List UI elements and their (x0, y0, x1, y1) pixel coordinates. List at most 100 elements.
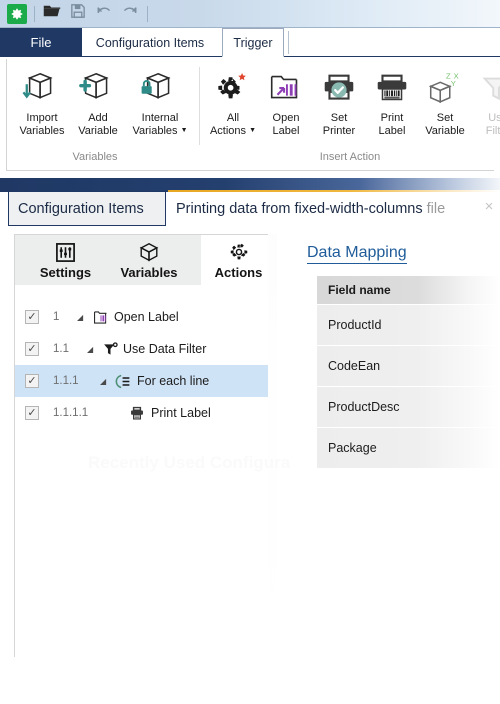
ribbon-button-all-actions[interactable]: All Actions ▼ (205, 63, 261, 137)
row-label: For each line (137, 374, 210, 388)
tab-file[interactable]: File (0, 28, 82, 57)
gear-icon (228, 240, 250, 264)
ribbon-button-label: Add Variable (78, 112, 118, 137)
tree-row-open-label[interactable]: ✓ 1 ◢ Open Label (15, 301, 276, 333)
data-mapping-table: Field name ProductId CodeEan ProductDesc… (317, 276, 500, 468)
row-number: 1 (53, 311, 60, 323)
ribbon-group-label-variables: Variables (72, 151, 118, 163)
open-label-icon (91, 308, 109, 326)
tree-row-for-each-line[interactable]: ✓ 1.1.1 ◢ For each line (15, 365, 276, 397)
ribbon-group-label-insert-action: Insert Action (319, 151, 381, 163)
row-checkbox[interactable]: ✓ (25, 406, 39, 420)
ribbon-button-label: All Actions ▼ (209, 112, 257, 137)
gear-star-icon (212, 63, 254, 109)
ribbon-button-set-printer[interactable]: Set Printer (311, 63, 367, 137)
table-row[interactable]: CodeEan (317, 345, 500, 386)
ribbon-button-import-variables[interactable]: Import Variables (14, 63, 70, 137)
redo-arrow-icon (121, 3, 139, 24)
ribbon-tab-strip: File Configuration Items Trigger (0, 28, 500, 57)
undo-button[interactable] (91, 2, 117, 26)
app-menu-button[interactable] (4, 2, 30, 26)
box-lock-icon (139, 63, 181, 109)
table-row[interactable]: Package (317, 427, 500, 468)
row-checkbox[interactable]: ✓ (25, 374, 39, 388)
tab-settings[interactable]: Settings (29, 235, 102, 285)
tab-actions-label: Actions (214, 265, 263, 280)
svg-text:Y: Y (451, 79, 456, 88)
tab-strip-divider (288, 31, 289, 54)
undo-arrow-icon (95, 3, 113, 24)
sliders-icon (55, 240, 76, 264)
ribbon-button-label: Set Variable (425, 112, 465, 137)
ribbon-button-set-variable[interactable]: ZXY Set Variable (417, 63, 473, 137)
box-icon (138, 240, 160, 264)
chevron-down-icon[interactable]: ▼ (249, 127, 256, 134)
ribbon-button-label: Print Label (378, 112, 406, 137)
expander-icon[interactable]: ◢ (87, 345, 93, 354)
toolbar-divider (34, 5, 35, 22)
document-tab-configuration-items[interactable]: Configuration Items (8, 191, 166, 226)
for-each-line-icon (114, 372, 132, 390)
tab-trigger[interactable]: Trigger (222, 28, 284, 57)
row-checkbox[interactable]: ✓ (25, 342, 39, 356)
chevron-down-icon[interactable]: ▼ (181, 127, 188, 134)
ribbon-button-label: Use Filter (485, 112, 500, 137)
row-number: 1.1.1.1 (53, 407, 89, 419)
funnel-icon (477, 63, 500, 109)
document-tab-title: Printing data from fixed-width-columns (176, 201, 423, 217)
tree-row-print-label[interactable]: ✓ 1.1.1.1 Print Label (15, 397, 276, 429)
printer-check-icon (318, 63, 360, 109)
row-label: Open Label (114, 310, 179, 324)
folder-open-icon (43, 3, 61, 24)
box-add-icon (77, 63, 119, 109)
data-mapping-panel: Data Mapping Field name ProductId CodeEa… (290, 234, 500, 657)
ribbon-button-print-label[interactable]: Print Label (364, 63, 420, 137)
folder-label-icon (265, 63, 307, 109)
printer-icon (128, 404, 146, 422)
tab-variables-label: Variables (120, 265, 178, 280)
row-number: 1.1 (53, 343, 69, 355)
recently-used-configurations-watermark: Recently Used Configurations (88, 453, 331, 472)
document-tab-suffix: file (426, 201, 446, 217)
expander-icon[interactable]: ◢ (100, 377, 106, 386)
expander-icon[interactable]: ◢ (77, 313, 83, 322)
ribbon-button-label: Internal Variables ▼ (132, 112, 188, 137)
open-button[interactable] (39, 2, 65, 26)
ribbon-button-use-filter[interactable]: Use Filter (470, 63, 500, 137)
row-number: 1.1.1 (53, 375, 79, 387)
panel-tab-strip: Settings Variables Actions (15, 235, 276, 285)
tab-settings-label: Settings (39, 265, 92, 280)
row-checkbox[interactable]: ✓ (25, 310, 39, 324)
box-import-icon (21, 63, 63, 109)
close-icon[interactable]: × (482, 199, 496, 214)
ribbon-button-label: Import Variables (19, 112, 65, 137)
document-tab-bar: Configuration Items Printing data from f… (0, 191, 500, 228)
ribbon-button-label: Open Label (272, 112, 300, 137)
tab-configuration-items[interactable]: Configuration Items (84, 28, 216, 57)
box-xyz-icon: ZXY (424, 63, 466, 109)
redo-button[interactable] (117, 2, 143, 26)
tab-actions[interactable]: Actions (201, 235, 276, 285)
ribbon-button-label: Set Printer (322, 112, 356, 137)
actions-panel: Settings Variables Actions ✓ 1 ◢ Open La… (14, 234, 277, 657)
actions-panel-scrollbar[interactable] (268, 234, 277, 657)
ribbon-button-open-label[interactable]: Open Label (258, 63, 314, 137)
toolbar-divider-2 (147, 5, 148, 22)
tree-row-use-data-filter[interactable]: ✓ 1.1 ◢ Use Data Filter (15, 333, 276, 365)
ribbon-button-internal-variables[interactable]: Internal Variables ▼ (126, 63, 194, 137)
table-row[interactable]: ProductId (317, 304, 500, 345)
row-label: Print Label (151, 406, 211, 420)
row-label: Use Data Filter (123, 342, 207, 356)
save-button[interactable] (65, 2, 91, 26)
tab-variables[interactable]: Variables (106, 235, 192, 285)
save-disk-icon (70, 3, 86, 24)
document-tab-active[interactable]: Printing data from fixed-width-columns f… (168, 192, 445, 226)
printer-barcode-icon (371, 63, 413, 109)
quick-access-toolbar (0, 0, 500, 28)
data-mapping-title[interactable]: Data Mapping (307, 244, 407, 264)
table-row[interactable]: ProductDesc (317, 386, 500, 427)
ribbon-panel: Import Variables Add Variable Internal V… (0, 57, 500, 178)
gear-icon (7, 3, 27, 24)
ribbon-button-add-variable[interactable]: Add Variable (70, 63, 126, 137)
funnel-filter-icon (101, 340, 119, 358)
